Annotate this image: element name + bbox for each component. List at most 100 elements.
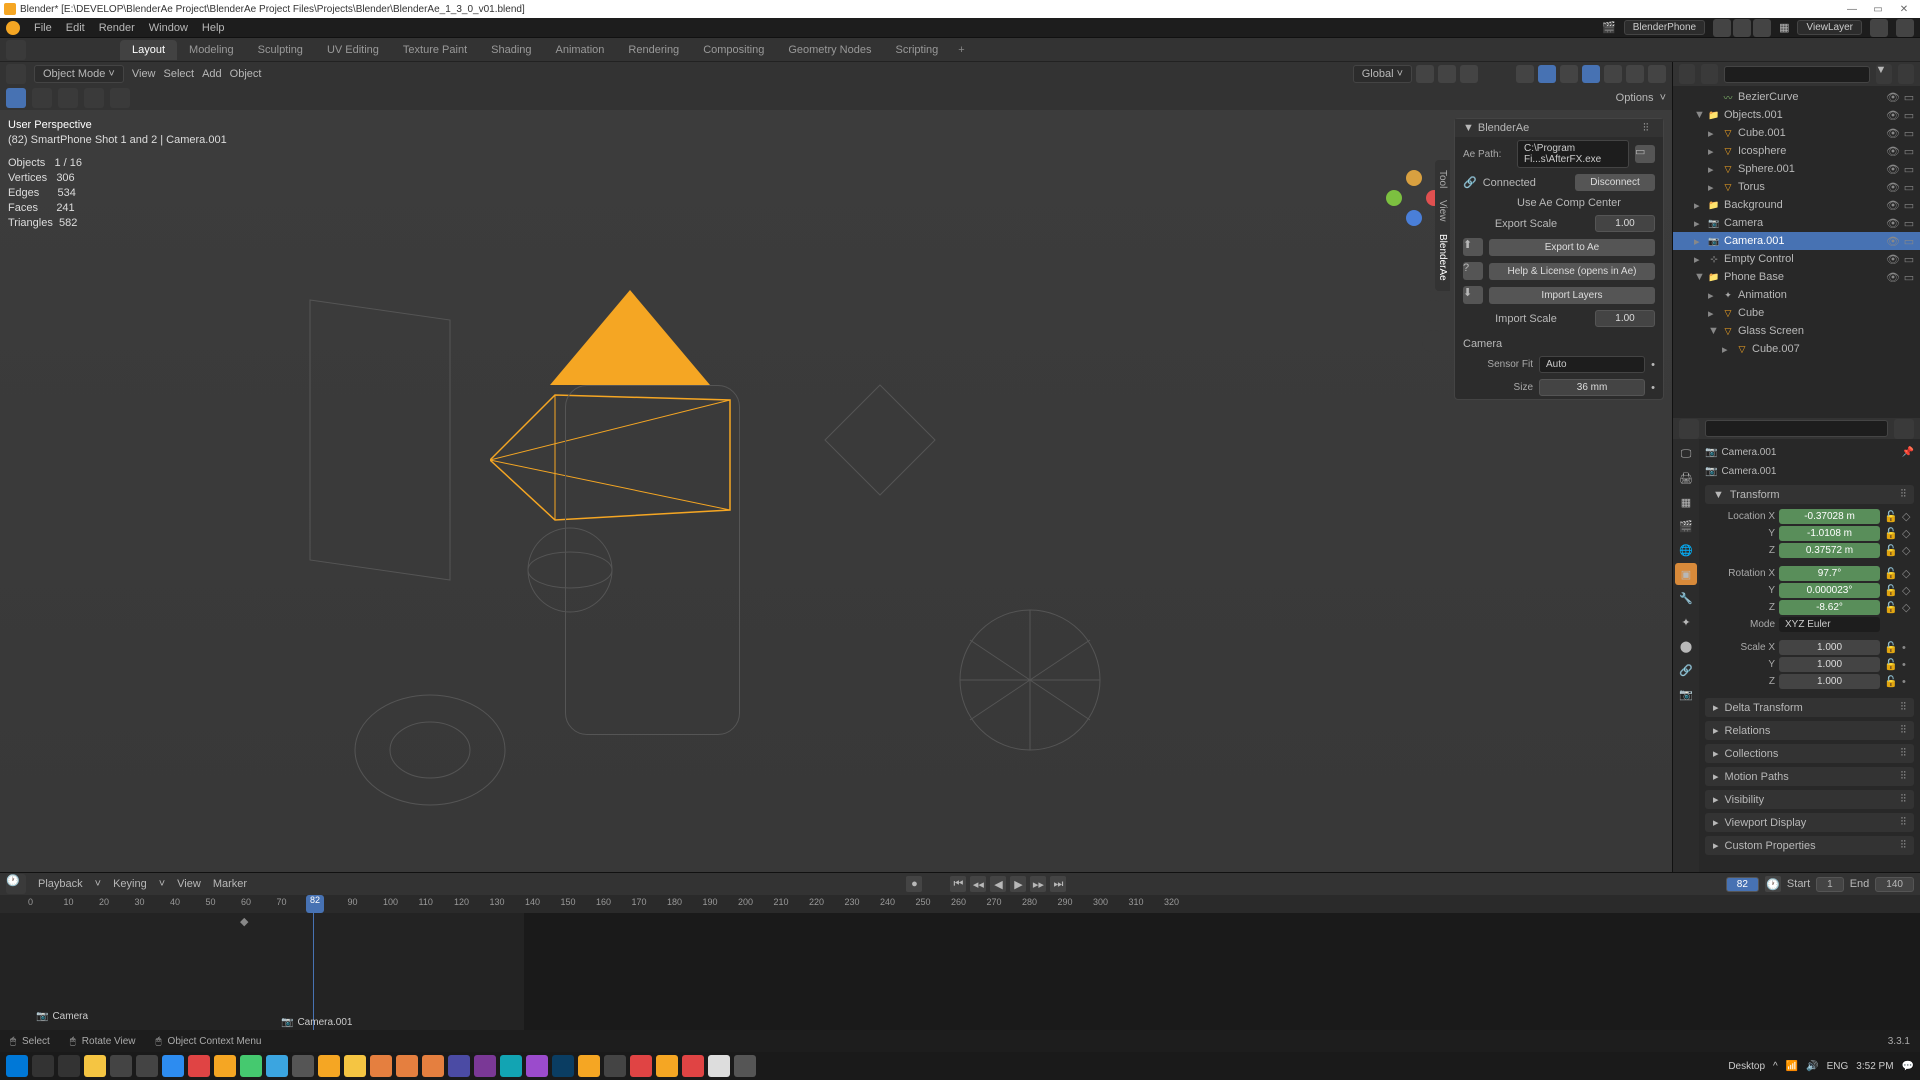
eye-icon[interactable]: 👁 <box>1886 199 1900 212</box>
vp-menu-add[interactable]: Add <box>202 68 222 80</box>
tree-row[interactable]: ▸▽Cube.007 <box>1673 340 1920 358</box>
prev-keyframe-icon[interactable]: ◂◂ <box>970 876 986 892</box>
nav-gizmo[interactable] <box>1386 170 1442 226</box>
restrict-icon[interactable]: ▭ <box>1902 271 1916 284</box>
disclosure-triangle-icon[interactable]: ▸ <box>1722 343 1732 356</box>
breadcrumb-object[interactable]: Camera.001 <box>1721 447 1776 458</box>
next-keyframe-icon[interactable]: ▸▸ <box>1030 876 1046 892</box>
tab-world-icon[interactable]: 🌐 <box>1675 539 1697 561</box>
clock[interactable]: 3:52 PM <box>1856 1061 1893 1072</box>
tab-rendering[interactable]: Rendering <box>616 40 691 60</box>
rotation-z-input[interactable]: -8.62° <box>1779 600 1880 615</box>
timeline-editor-icon[interactable]: 🕐 <box>6 874 26 894</box>
tree-row[interactable]: ▸📷Camera👁▭ <box>1673 214 1920 232</box>
lock-icon[interactable]: 🔓 <box>1884 544 1898 557</box>
orientation-selector[interactable]: Global ˅ <box>1353 65 1412 83</box>
tab-output-icon[interactable]: 🖨 <box>1675 467 1697 489</box>
tab-particle-icon[interactable]: ✦ <box>1675 611 1697 633</box>
restrict-icon[interactable]: ▭ <box>1902 145 1916 158</box>
options-icon[interactable]: ⫶⫶ <box>1901 747 1907 760</box>
app-icon[interactable] <box>110 1055 132 1077</box>
new-scene-icon[interactable] <box>1733 19 1751 37</box>
transform-section-header[interactable]: ▼ Transform ⫶⫶ <box>1705 485 1914 504</box>
options-icon[interactable]: ⫶⫶ <box>1901 793 1907 806</box>
tab-physics-icon[interactable]: ⬤ <box>1675 635 1697 657</box>
lock-icon[interactable]: 🔓 <box>1884 527 1898 540</box>
eye-icon[interactable]: 👁 <box>1886 127 1900 140</box>
shading-material-icon[interactable] <box>1626 65 1644 83</box>
select-tool-icon[interactable] <box>6 88 26 108</box>
new-collection-icon[interactable] <box>1898 64 1914 84</box>
shading-wireframe-icon[interactable] <box>1582 65 1600 83</box>
import-scale-input[interactable]: 1.00 <box>1595 310 1655 327</box>
lock-icon[interactable]: 🔓 <box>1884 510 1898 523</box>
lock-icon[interactable]: 🔓 <box>1884 584 1898 597</box>
timeline-ruler[interactable]: 0102030405060708090100110120130140150160… <box>0 895 1920 913</box>
desktop-label[interactable]: Desktop <box>1728 1061 1765 1072</box>
options-icon[interactable]: ⫶⫶ <box>1901 701 1907 714</box>
filter-icon[interactable]: ▼ <box>1876 64 1892 84</box>
keyframe-marker-icon[interactable]: ◆ <box>240 915 248 928</box>
restrict-icon[interactable]: ▭ <box>1902 217 1916 230</box>
tree-row[interactable]: ▸📁Background👁▭ <box>1673 196 1920 214</box>
tab-texture-paint[interactable]: Texture Paint <box>391 40 479 60</box>
blender-taskbar-icon[interactable] <box>422 1055 444 1077</box>
menu-render[interactable]: Render <box>99 22 135 34</box>
disclosure-triangle-icon[interactable]: ▸ <box>1708 181 1718 194</box>
lock-icon[interactable]: 🔓 <box>1884 601 1898 614</box>
preview-range-icon[interactable]: 🕐 <box>1765 876 1781 892</box>
display-mode-icon[interactable] <box>1701 64 1717 84</box>
location-z-input[interactable]: 0.37572 m <box>1779 543 1880 558</box>
app-icon[interactable] <box>188 1055 210 1077</box>
start-frame-input[interactable]: 1 <box>1816 877 1844 892</box>
wifi-icon[interactable]: 📶 <box>1786 1061 1798 1072</box>
menu-window[interactable]: Window <box>149 22 188 34</box>
location-x-input[interactable]: -0.37028 m <box>1779 509 1880 524</box>
section-header[interactable]: ▸Motion Paths⫶⫶ <box>1705 767 1914 786</box>
track-camera[interactable]: 📷Camera <box>30 1009 94 1024</box>
shading-rendered-icon[interactable] <box>1648 65 1666 83</box>
app-icon[interactable] <box>708 1055 730 1077</box>
playhead-line[interactable] <box>313 913 314 1030</box>
tab-layout[interactable]: Layout <box>120 40 177 60</box>
scale-tool-icon[interactable] <box>110 88 130 108</box>
lock-icon[interactable]: 🔓 <box>1884 658 1898 671</box>
outliner-search-input[interactable] <box>1724 66 1870 83</box>
disclosure-triangle-icon[interactable]: ▸ <box>1708 163 1718 176</box>
mode-selector[interactable]: Object Mode ˅ <box>34 65 124 83</box>
location-y-input[interactable]: -1.0108 m <box>1779 526 1880 541</box>
options-icon[interactable]: ⫶⫶ <box>1901 724 1907 737</box>
dot-icon[interactable]: • <box>1651 359 1655 371</box>
app-icon[interactable] <box>318 1055 340 1077</box>
vp-menu-object[interactable]: Object <box>230 68 262 80</box>
keyframe-dot-icon[interactable]: ◇ <box>1902 527 1912 540</box>
task-view-icon[interactable] <box>58 1055 80 1077</box>
section-header[interactable]: ▸Custom Properties⫶⫶ <box>1705 836 1914 855</box>
section-header[interactable]: ▸Visibility⫶⫶ <box>1705 790 1914 809</box>
lock-icon[interactable]: 🔓 <box>1884 675 1898 688</box>
app-icon[interactable] <box>162 1055 184 1077</box>
xray-icon[interactable] <box>1560 65 1578 83</box>
eye-icon[interactable]: 👁 <box>1886 181 1900 194</box>
section-header[interactable]: ▸Delta Transform⫶⫶ <box>1705 698 1914 717</box>
app-icon[interactable] <box>734 1055 756 1077</box>
menu-edit[interactable]: Edit <box>66 22 85 34</box>
section-header[interactable]: ▸Viewport Display⫶⫶ <box>1705 813 1914 832</box>
dot-icon[interactable]: • <box>1651 382 1655 394</box>
export-icon[interactable]: ⬆ <box>1463 238 1483 256</box>
tree-row[interactable]: ▸▽Cube.001👁▭ <box>1673 124 1920 142</box>
tree-row[interactable]: ▸⊹Empty Control👁▭ <box>1673 250 1920 268</box>
vp-menu-select[interactable]: Select <box>164 68 195 80</box>
volume-icon[interactable]: 🔊 <box>1806 1061 1818 1072</box>
app-icon[interactable] <box>240 1055 262 1077</box>
restrict-icon[interactable]: ▭ <box>1902 235 1916 248</box>
disclosure-triangle-icon[interactable]: ▸ <box>1708 307 1718 320</box>
options-dropdown[interactable]: Options <box>1616 92 1654 104</box>
app-icon[interactable] <box>344 1055 366 1077</box>
import-icon[interactable]: ⬇ <box>1463 286 1483 304</box>
tab-scripting[interactable]: Scripting <box>883 40 950 60</box>
pivot-icon[interactable] <box>1416 65 1434 83</box>
options-icon[interactable]: ⫶⫶ <box>1901 770 1907 783</box>
tab-modeling[interactable]: Modeling <box>177 40 246 60</box>
restrict-icon[interactable]: ▭ <box>1902 127 1916 140</box>
